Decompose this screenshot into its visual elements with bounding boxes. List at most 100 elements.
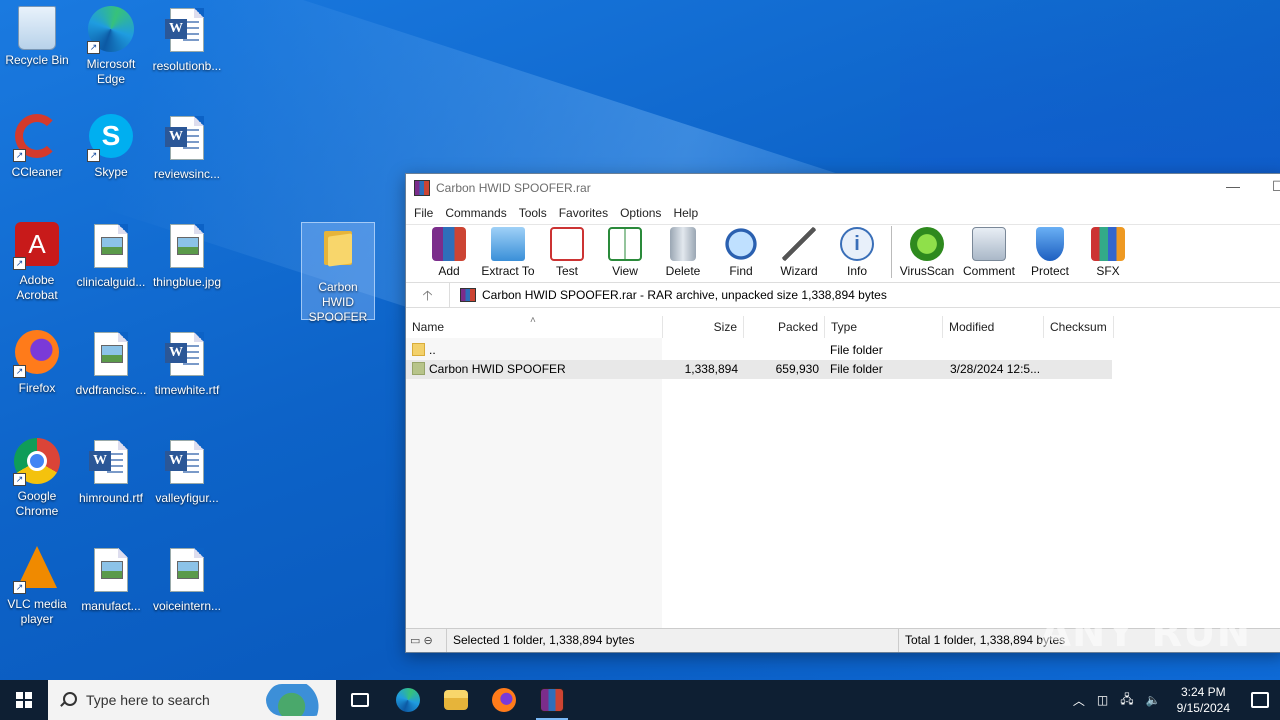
column-header-size[interactable]: Size	[663, 316, 744, 338]
image-file-icon	[87, 332, 135, 380]
network-icon[interactable]: 🖧	[1120, 690, 1133, 711]
comment-button[interactable]: Comment	[957, 224, 1021, 282]
add-button[interactable]: Add	[420, 224, 478, 282]
minimize-icon[interactable]: —	[1226, 178, 1240, 194]
menu-help[interactable]: Help	[667, 206, 704, 220]
icon-label: resolutionb...	[152, 59, 222, 73]
desktop-icon-voiceintern[interactable]: voiceintern...	[150, 546, 224, 614]
task-view-button[interactable]	[336, 680, 384, 720]
desktop-icon-vlc[interactable]: ↗ VLC media player	[0, 546, 74, 627]
desktop-icon-google-chrome[interactable]: ↗ Google Chrome	[0, 438, 74, 519]
row-size: 1,338,894	[684, 362, 738, 376]
column-header-type[interactable]: Type	[825, 316, 943, 338]
icon-label: thingblue.jpg	[152, 275, 222, 289]
edge-icon	[396, 688, 420, 712]
desktop-icon-dvdfrancisc[interactable]: dvdfrancisc...	[74, 330, 148, 398]
column-header-packed[interactable]: Packed	[744, 316, 825, 338]
image-file-icon	[87, 224, 135, 272]
desktop-icon-manufact[interactable]: manufact...	[74, 546, 148, 614]
wallpaper-glow	[900, 0, 1280, 200]
chevron-up-icon[interactable]: ︿	[1073, 692, 1085, 709]
trash-icon	[670, 227, 696, 261]
delete-button[interactable]: Delete	[654, 224, 712, 282]
volume-icon[interactable]: 🔈	[1146, 693, 1161, 707]
test-clipboard-icon	[550, 227, 584, 261]
virusscan-button[interactable]: VirusScan	[897, 224, 957, 282]
icon-label: Recycle Bin	[5, 53, 69, 67]
meet-now-icon[interactable]: ◫	[1097, 693, 1108, 707]
taskbar-edge[interactable]	[384, 680, 432, 720]
file-list[interactable]: Name ˄ Size Packed Type Modified Checksum…	[406, 315, 1280, 628]
desktop-icon-carbon-hwid-spoofer[interactable]: Carbon HWID SPOOFER	[301, 222, 375, 324]
start-button[interactable]	[0, 680, 48, 720]
desktop-icon-firefox[interactable]: ↗ Firefox	[0, 330, 74, 396]
row-type: File folder	[830, 362, 883, 376]
column-header-modified[interactable]: Modified	[943, 316, 1044, 338]
extract-to-label: Extract To	[481, 264, 535, 278]
icon-label: himround.rtf	[78, 491, 144, 505]
view-button[interactable]: View	[596, 224, 654, 282]
notification-button[interactable]	[1240, 680, 1280, 720]
clock[interactable]: 3:24 PM 9/15/2024	[1177, 684, 1230, 716]
desktop-icon-microsoft-edge[interactable]: ↗ Microsoft Edge	[74, 6, 148, 87]
icon-label: valleyfigur...	[155, 491, 219, 505]
taskbar-firefox[interactable]	[480, 680, 528, 720]
drive-icons[interactable]: ▭ ⊖	[406, 634, 446, 647]
archive-path[interactable]: Carbon HWID SPOOFER.rar - RAR archive, u…	[450, 288, 887, 302]
desktop-icon-skype[interactable]: S ↗ Skype	[74, 114, 148, 180]
icon-label: VLC media player	[7, 597, 67, 626]
desktop-icon-reviewsinc[interactable]: W reviewsinc...	[150, 114, 224, 182]
column-header-checksum[interactable]: Checksum	[1044, 316, 1114, 338]
icon-label: Firefox	[18, 381, 56, 395]
file-row-parent[interactable]: .. File folder	[406, 341, 1112, 360]
image-file-icon	[87, 548, 135, 596]
menu-tools[interactable]: Tools	[513, 206, 553, 220]
firefox-icon: ↗	[13, 330, 61, 378]
extract-to-button[interactable]: Extract To	[478, 224, 538, 282]
delete-label: Delete	[665, 264, 701, 278]
desktop-icon-timewhite[interactable]: W timewhite.rtf	[150, 330, 224, 398]
wizard-button[interactable]: Wizard	[770, 224, 828, 282]
icon-label: Skype	[94, 165, 128, 179]
menu-options[interactable]: Options	[614, 206, 667, 220]
protect-button[interactable]: Protect	[1021, 224, 1079, 282]
title-bar[interactable]: Carbon HWID SPOOFER.rar — ☐	[406, 174, 1280, 202]
desktop-icon-valleyfigur[interactable]: W valleyfigur...	[150, 438, 224, 506]
maximize-icon[interactable]: ☐	[1272, 178, 1280, 195]
desktop-icon-clinicalguid[interactable]: clinicalguid...	[74, 222, 148, 290]
file-explorer-icon	[444, 690, 468, 710]
taskbar-search-box[interactable]: Type here to search	[48, 680, 336, 720]
desktop-icon-recycle-bin[interactable]: Recycle Bin	[0, 6, 74, 68]
desktop-icon-thingblue[interactable]: thingblue.jpg	[150, 222, 224, 290]
desktop-icon-himround[interactable]: W himround.rtf	[74, 438, 148, 506]
acrobat-icon: A ↗	[13, 222, 61, 270]
menu-favorites[interactable]: Favorites	[553, 206, 614, 220]
system-tray: ︿ ◫ 🖧 🔈 3:24 PM 9/15/2024	[1067, 680, 1280, 720]
taskbar-winrar[interactable]	[528, 680, 576, 720]
word-document-icon: W	[87, 440, 135, 488]
menu-commands[interactable]: Commands	[439, 206, 512, 220]
taskbar-file-explorer[interactable]	[432, 680, 480, 720]
up-arrow-icon[interactable]: 🡡	[406, 283, 450, 307]
protect-label: Protect	[1030, 264, 1069, 278]
desktop-icon-adobe-acrobat[interactable]: A ↗ Adobe Acrobat	[0, 222, 74, 303]
sort-ascending-icon: ˄	[530, 315, 536, 326]
view-label: View	[612, 264, 638, 278]
ccleaner-icon: ↗	[13, 114, 61, 162]
comment-icon	[972, 227, 1006, 261]
file-row-carbon-hwid-spoofer[interactable]: Carbon HWID SPOOFER 1,338,894 659,930 Fi…	[406, 360, 1112, 379]
search-highlight-icon	[266, 684, 330, 716]
info-button[interactable]: i Info	[828, 224, 886, 282]
column-header-name[interactable]: Name ˄	[406, 315, 663, 338]
sfx-button[interactable]: SFX	[1079, 224, 1137, 282]
icon-label: clinicalguid...	[76, 275, 146, 289]
menu-file[interactable]: File	[408, 206, 439, 220]
desktop-icon-ccleaner[interactable]: ↗ CCleaner	[0, 114, 74, 180]
test-button[interactable]: Test	[538, 224, 596, 282]
find-button[interactable]: Find	[712, 224, 770, 282]
desktop-icon-resolutionb[interactable]: W resolutionb...	[150, 6, 224, 74]
icon-label: reviewsinc...	[153, 167, 221, 181]
winrar-window[interactable]: Carbon HWID SPOOFER.rar — ☐ File Command…	[405, 173, 1280, 653]
add-label: Add	[438, 264, 460, 278]
name-column-background	[406, 338, 662, 628]
